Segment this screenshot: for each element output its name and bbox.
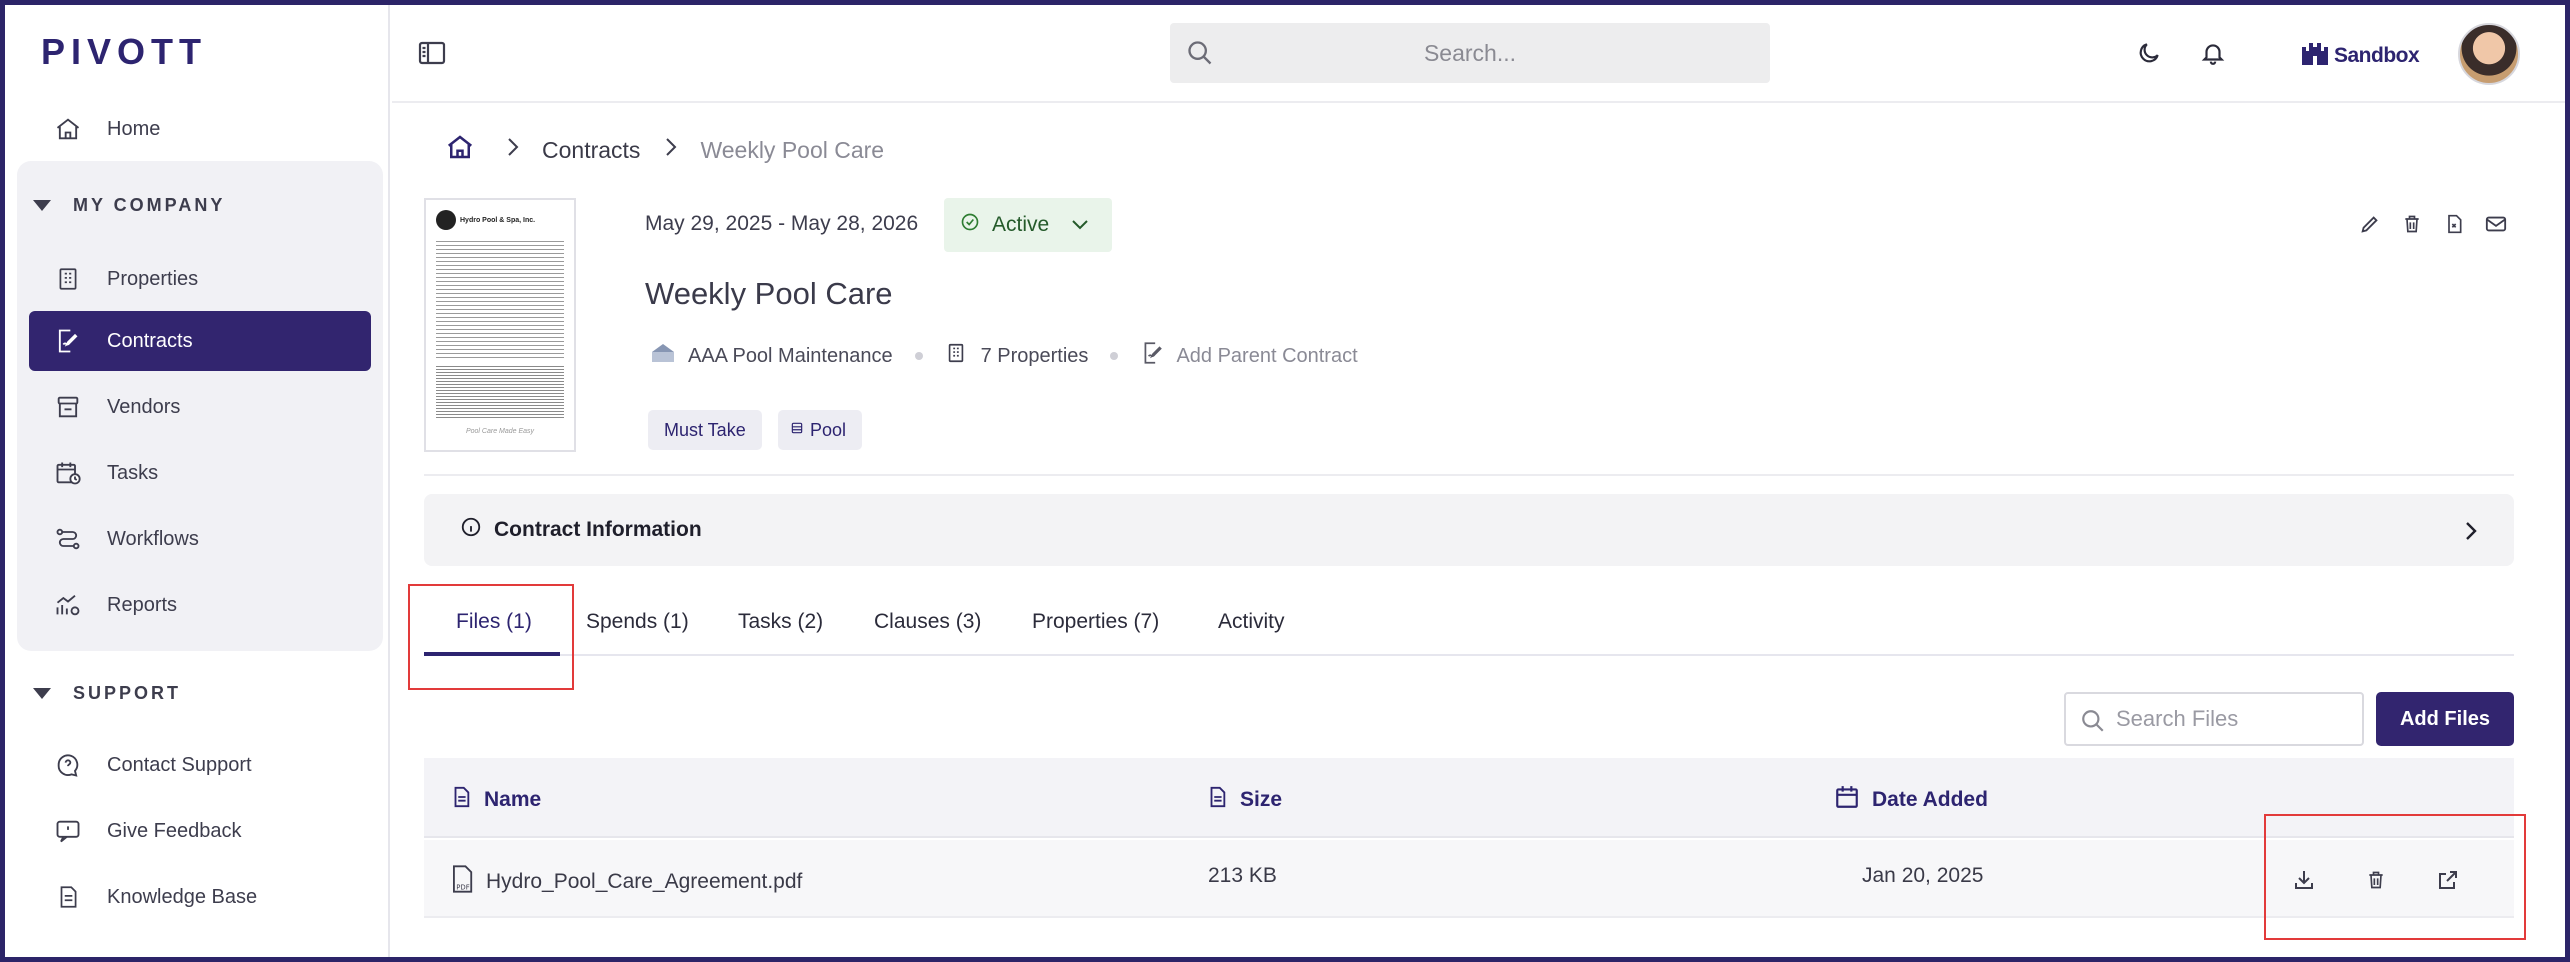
contract-document-thumbnail[interactable]: Hydro Pool & Spa, Inc. Pool Care Made Ea… (424, 198, 576, 452)
highlight-box-row-actions (2264, 814, 2526, 940)
sidebar-item-properties[interactable]: Properties (29, 249, 371, 309)
building-icon (53, 264, 83, 294)
tag-pool[interactable]: Pool (778, 410, 863, 450)
user-avatar[interactable] (2458, 23, 2520, 85)
caret-down-icon (33, 200, 51, 211)
file-date-cell: Jan 20, 2025 (1862, 864, 1984, 887)
calendar-clock-icon (53, 458, 83, 488)
email-icon[interactable] (2478, 206, 2514, 242)
file-name-cell: PDF Hydro_Pool_Care_Agreement.pdf (448, 864, 802, 900)
logo: PIVOTT (41, 31, 208, 72)
file-name-link[interactable]: Hydro_Pool_Care_Agreement.pdf (486, 870, 802, 894)
sidebar-item-knowledge-base[interactable]: Knowledge Base (29, 867, 371, 927)
sidebar-item-label: Home (107, 117, 161, 140)
file-size-cell: 213 KB (1208, 864, 1277, 887)
moon-icon[interactable] (2136, 39, 2162, 72)
tab-activity[interactable]: Activity (1218, 610, 1285, 634)
breadcrumb: Contracts Weekly Pool Care (444, 132, 884, 168)
sidebar-toggle-icon[interactable] (418, 41, 446, 70)
section-support[interactable]: SUPPORT (33, 683, 181, 704)
sidebar-item-workflows[interactable]: Workflows (29, 509, 371, 569)
top-bar: Search... Sandbox (392, 5, 2565, 103)
breadcrumb-contracts[interactable]: Contracts (542, 137, 640, 164)
sidebar-item-contracts[interactable]: Contracts (29, 311, 371, 371)
feedback-icon (53, 816, 83, 846)
column-date-added[interactable]: Date Added (1834, 784, 1988, 816)
table-row[interactable]: PDF Hydro_Pool_Care_Agreement.pdf 213 KB… (424, 840, 2514, 918)
svg-text:PDF: PDF (456, 883, 469, 891)
section-my-company[interactable]: MY COMPANY (33, 195, 225, 216)
status-dropdown[interactable]: Active (944, 198, 1112, 252)
home-icon[interactable] (444, 132, 476, 168)
contract-sign-icon (53, 326, 83, 356)
calendar-icon (1834, 784, 1860, 816)
document-icon (53, 882, 83, 912)
contract-information-toggle[interactable]: Contract Information (424, 494, 2514, 566)
contract-sign-icon (1140, 340, 1166, 372)
breadcrumb-current: Weekly Pool Care (700, 136, 885, 163)
workflow-icon (53, 524, 83, 554)
tab-tasks[interactable]: Tasks (2) (738, 610, 823, 634)
check-circle-icon (960, 212, 980, 238)
castle-icon (2300, 39, 2330, 73)
thumbnail-footer: Pool Care Made Easy (465, 428, 535, 435)
vendor-link[interactable]: AAA Pool Maintenance (688, 345, 893, 368)
pdf-file-icon: PDF (448, 864, 476, 900)
tab-clauses[interactable]: Clauses (3) (874, 610, 981, 634)
chevron-down-icon (1071, 213, 1089, 237)
chart-gear-icon (53, 590, 83, 620)
column-size[interactable]: Size (1206, 784, 1282, 816)
divider (424, 474, 2514, 476)
contract-meta: AAA Pool Maintenance 7 Properties Add Pa… (650, 340, 1358, 372)
search-files-input[interactable]: Search Files (2064, 692, 2364, 746)
search-icon (2080, 708, 2106, 740)
document-icon (450, 784, 472, 816)
column-name[interactable]: Name (450, 784, 541, 816)
sandbox-badge[interactable]: Sandbox (2300, 39, 2420, 73)
pool-icon (790, 420, 804, 441)
tag-must-take[interactable]: Must Take (648, 410, 762, 450)
caret-down-icon (33, 688, 51, 699)
sidebar-item-contact-support[interactable]: Contact Support (29, 735, 371, 795)
chevron-right-icon (664, 136, 678, 164)
chevron-right-icon (506, 136, 520, 164)
table-empty-space (424, 920, 2514, 957)
contract-date-range: May 29, 2025 - May 28, 2026 (645, 212, 919, 235)
contract-title: Weekly Pool Care (645, 276, 893, 311)
export-file-icon[interactable] (2436, 206, 2472, 242)
document-icon (1206, 784, 1228, 816)
sidebar-item-reports[interactable]: Reports (29, 575, 371, 635)
sidebar-item-home[interactable]: Home (29, 99, 371, 159)
separator-dot (1110, 352, 1119, 360)
tab-properties[interactable]: Properties (7) (1032, 610, 1159, 634)
sidebar: PIVOTT Home MY COMPANY Properties Contra… (5, 5, 390, 957)
properties-link[interactable]: 7 Properties (981, 345, 1089, 368)
bell-icon[interactable] (2200, 39, 2226, 72)
tabs-baseline (424, 654, 2514, 656)
global-search-input[interactable]: Search... (1170, 23, 1770, 83)
chat-question-icon (53, 750, 83, 780)
tab-spends[interactable]: Spends (1) (586, 610, 689, 634)
info-icon (460, 516, 482, 544)
trash-icon[interactable] (2394, 206, 2430, 242)
sidebar-item-vendors[interactable]: Vendors (29, 377, 371, 437)
chevron-right-icon (2464, 520, 2478, 548)
sidebar-item-give-feedback[interactable]: Give Feedback (29, 801, 371, 861)
highlight-box-files-tab (408, 584, 574, 690)
contract-actions (2352, 206, 2514, 242)
thumbnail-heading: Hydro Pool & Spa, Inc. (460, 216, 536, 224)
files-table-header: Name Size Date Added (424, 758, 2514, 838)
sidebar-item-tasks[interactable]: Tasks (29, 443, 371, 503)
add-files-button[interactable]: Add Files (2376, 692, 2514, 746)
store-icon (53, 392, 83, 422)
add-parent-contract-link[interactable]: Add Parent Contract (1176, 345, 1357, 368)
edit-icon[interactable] (2352, 206, 2388, 242)
vendor-icon (650, 342, 676, 370)
building-icon (945, 340, 967, 372)
separator-dot (914, 352, 923, 360)
home-icon (53, 114, 83, 144)
